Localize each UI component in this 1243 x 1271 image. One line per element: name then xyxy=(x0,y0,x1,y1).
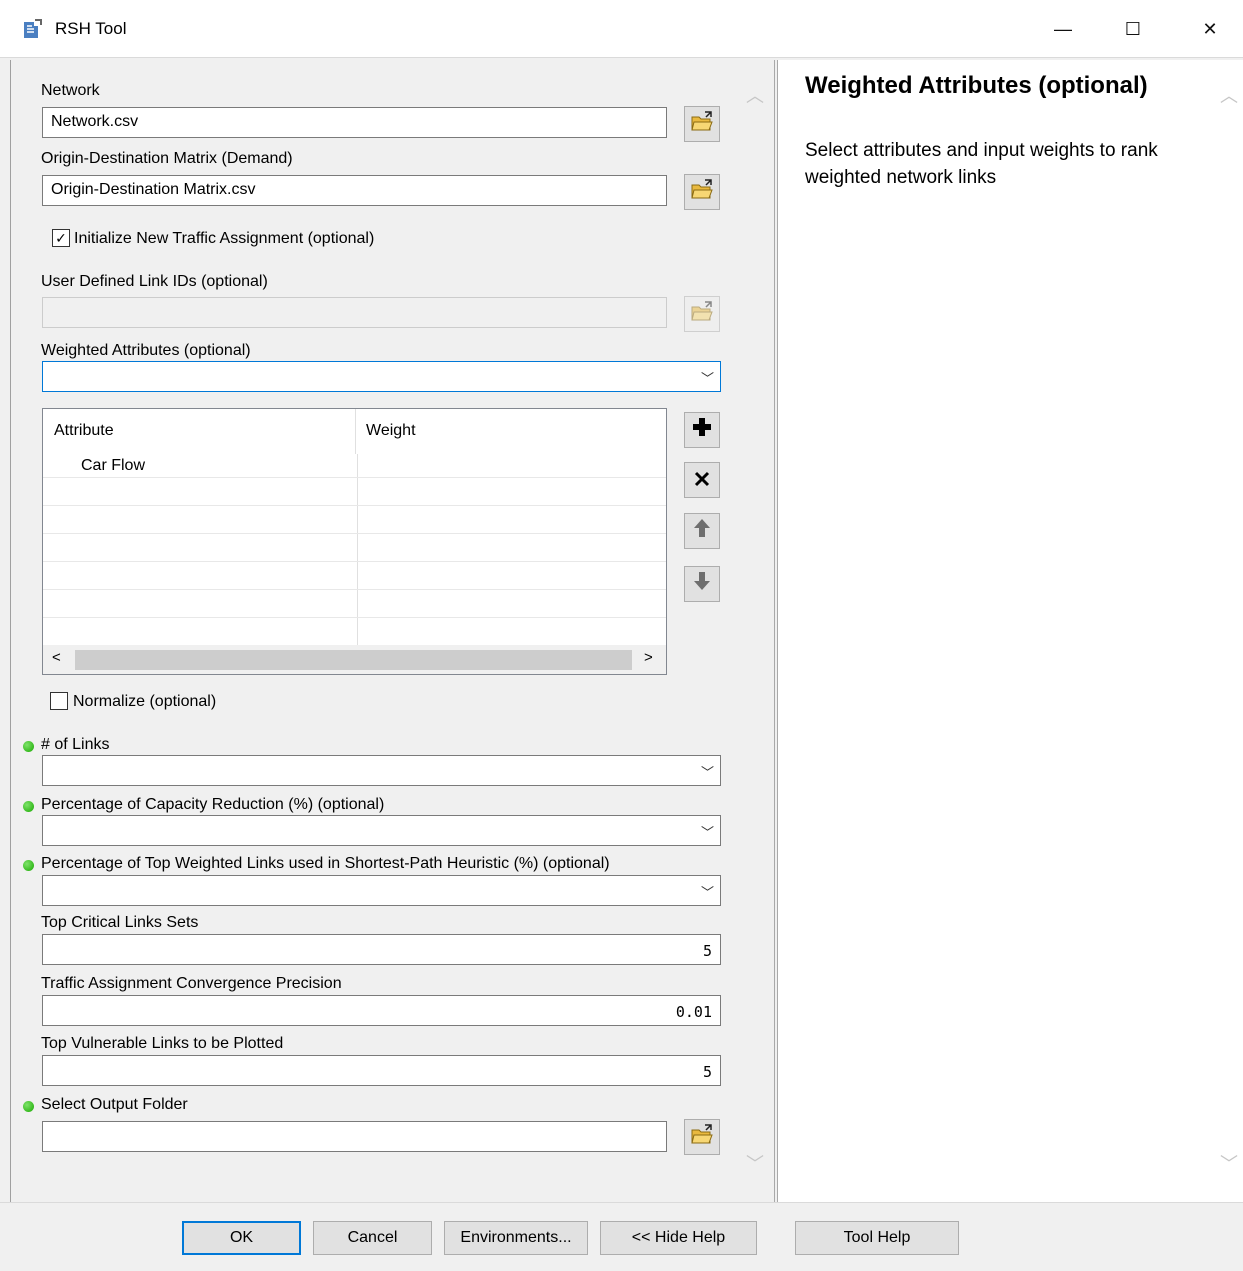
open-folder-icon xyxy=(690,178,714,206)
column-header-weight[interactable]: Weight xyxy=(366,422,416,440)
environments-button[interactable]: Environments... xyxy=(444,1221,588,1255)
weighted-attributes-label: Weighted Attributes (optional) xyxy=(41,342,251,359)
scroll-down-icon[interactable]: ﹀ xyxy=(746,1150,764,1176)
output-folder-label: Select Output Folder xyxy=(41,1096,188,1113)
arrow-up-icon xyxy=(692,517,712,545)
app-icon xyxy=(20,18,44,42)
scroll-right-icon[interactable]: > xyxy=(644,649,653,666)
chevron-down-icon: ﹀ xyxy=(700,371,714,386)
horizontal-scrollbar[interactable]: < > xyxy=(43,645,666,674)
output-folder-input[interactable] xyxy=(42,1121,667,1152)
num-links-label: # of Links xyxy=(41,736,110,753)
help-description: Select attributes and input weights to r… xyxy=(805,140,1158,188)
convergence-label: Traffic Assignment Convergence Precision xyxy=(41,975,342,992)
plus-icon xyxy=(691,416,713,444)
network-browse-button[interactable] xyxy=(684,106,720,142)
maximize-button[interactable]: ☐ xyxy=(1103,0,1163,58)
vulnerable-links-label: Top Vulnerable Links to be Plotted xyxy=(41,1035,284,1052)
move-up-button[interactable] xyxy=(684,513,720,549)
table-row[interactable] xyxy=(43,618,666,646)
od-matrix-input[interactable]: Origin-Destination Matrix.csv xyxy=(42,175,667,206)
chevron-down-icon: ﹀ xyxy=(700,825,714,840)
critical-sets-label: Top Critical Links Sets xyxy=(41,914,199,931)
add-row-button[interactable] xyxy=(684,412,720,448)
table-row[interactable] xyxy=(43,506,666,534)
output-folder-browse-button[interactable] xyxy=(684,1119,720,1155)
column-divider xyxy=(355,409,356,454)
required-dot-icon xyxy=(23,860,34,871)
scroll-thumb[interactable] xyxy=(75,650,632,670)
move-down-button[interactable] xyxy=(684,566,720,602)
remove-row-button[interactable] xyxy=(684,462,720,498)
hide-help-button[interactable]: << Hide Help xyxy=(600,1221,757,1255)
top-weighted-dropdown[interactable]: ﹀ xyxy=(42,875,721,906)
critical-sets-input[interactable]: 5 xyxy=(42,934,721,965)
num-links-dropdown[interactable]: ﹀ xyxy=(42,755,721,786)
chevron-down-icon: ﹀ xyxy=(700,765,714,780)
button-bar: OK Cancel Environments... << Hide Help T… xyxy=(0,1202,1243,1271)
od-matrix-browse-button[interactable] xyxy=(684,174,720,210)
convergence-input[interactable]: 0.01 xyxy=(42,995,721,1026)
scroll-down-icon[interactable]: ﹀ xyxy=(1220,1150,1238,1176)
required-dot-icon xyxy=(23,741,34,752)
column-header-attribute[interactable]: Attribute xyxy=(54,422,114,440)
cancel-button[interactable]: Cancel xyxy=(313,1221,432,1255)
required-dot-icon xyxy=(23,1101,34,1112)
table-row[interactable] xyxy=(43,534,666,562)
network-input[interactable]: Network.csv xyxy=(42,107,667,138)
x-icon xyxy=(694,467,710,493)
init-assignment-label: Initialize New Traffic Assignment (optio… xyxy=(74,230,375,247)
scroll-left-icon[interactable]: < xyxy=(52,649,61,666)
required-dot-icon xyxy=(23,801,34,812)
minimize-button[interactable]: — xyxy=(1033,0,1093,58)
vulnerable-links-input[interactable]: 5 xyxy=(42,1055,721,1086)
capacity-reduction-label: Percentage of Capacity Reduction (%) (op… xyxy=(41,796,385,813)
weighted-attributes-dropdown[interactable]: ﹀ xyxy=(42,361,721,392)
parameters-scrollbar[interactable]: ︿ ﹀ xyxy=(740,60,770,1202)
ok-button[interactable]: OK xyxy=(182,1221,301,1255)
open-folder-icon xyxy=(690,110,714,138)
close-button[interactable]: ✕ xyxy=(1180,0,1240,58)
normalize-checkbox[interactable] xyxy=(50,692,68,710)
init-assignment-checkbox[interactable]: ✓ xyxy=(52,229,70,247)
title-bar: RSH Tool — ☐ ✕ xyxy=(0,0,1243,58)
normalize-label: Normalize (optional) xyxy=(73,693,217,710)
od-matrix-label: Origin-Destination Matrix (Demand) xyxy=(41,150,293,167)
top-weighted-label: Percentage of Top Weighted Links used in… xyxy=(41,855,610,872)
link-ids-label: User Defined Link IDs (optional) xyxy=(41,273,268,290)
tool-help-button[interactable]: Tool Help xyxy=(795,1221,959,1255)
table-header: Attribute Weight xyxy=(43,409,666,454)
window-title: RSH Tool xyxy=(55,19,127,38)
table-row[interactable] xyxy=(43,478,666,506)
open-folder-icon xyxy=(690,300,714,328)
checkmark-icon: ✓ xyxy=(55,230,67,246)
weighted-attributes-table: Attribute Weight Car Flow < > xyxy=(42,408,667,675)
help-title: Weighted Attributes (optional) xyxy=(805,72,1148,99)
open-folder-icon xyxy=(690,1123,714,1151)
link-ids-browse-button[interactable] xyxy=(684,296,720,332)
chevron-down-icon: ﹀ xyxy=(700,885,714,900)
scroll-up-icon[interactable]: ︿ xyxy=(1220,82,1238,108)
arrow-down-icon xyxy=(692,570,712,598)
help-scrollbar[interactable]: ︿ ﹀ xyxy=(1215,60,1243,1202)
table-row[interactable]: Car Flow xyxy=(43,450,666,478)
link-ids-input[interactable] xyxy=(42,297,667,328)
help-panel xyxy=(778,60,1215,1202)
table-row[interactable] xyxy=(43,562,666,590)
capacity-reduction-dropdown[interactable]: ﹀ xyxy=(42,815,721,846)
network-label: Network xyxy=(41,82,100,99)
scroll-up-icon[interactable]: ︿ xyxy=(746,82,764,108)
table-row[interactable] xyxy=(43,590,666,618)
cell-attribute[interactable]: Car Flow xyxy=(81,457,145,475)
